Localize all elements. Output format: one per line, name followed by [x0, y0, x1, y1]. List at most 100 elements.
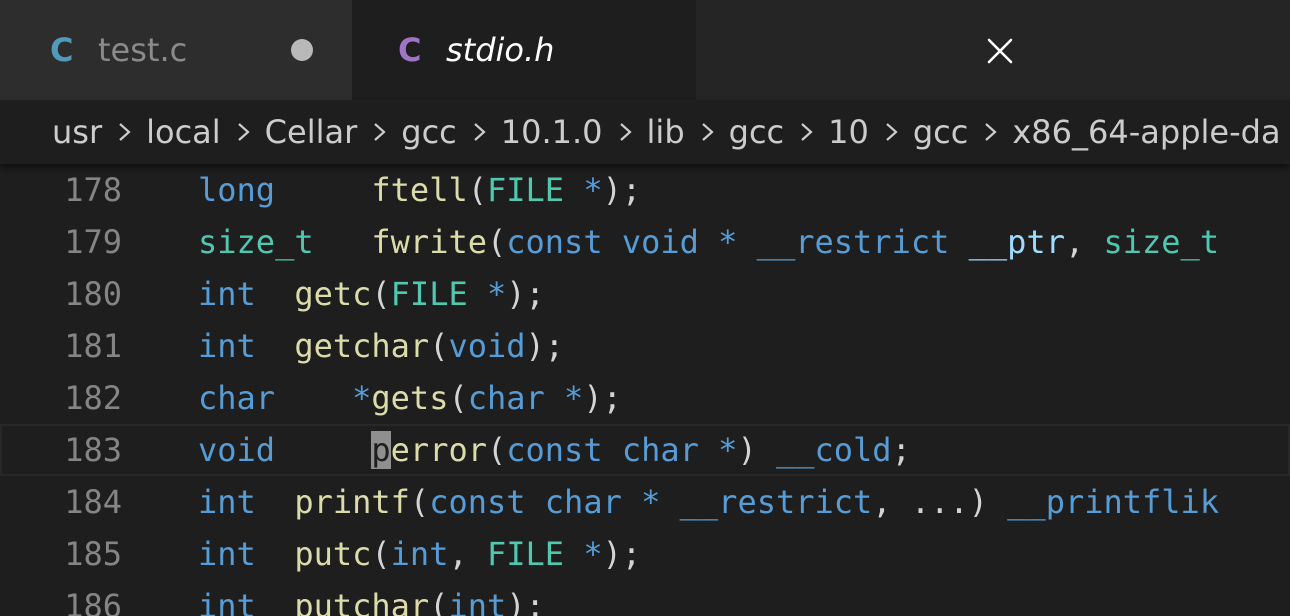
- code-token: ): [737, 431, 776, 469]
- text-cursor: p: [371, 431, 391, 469]
- line-number: 179: [64, 223, 122, 261]
- code-line[interactable]: 185 int putc(int, FILE *);: [0, 528, 1290, 580]
- code-token: char: [544, 483, 622, 521]
- line-number: 178: [64, 171, 122, 209]
- code-token: getchar: [294, 327, 430, 365]
- code-token: (: [486, 431, 507, 469]
- breadcrumb-item[interactable]: x86_64-apple-da: [1012, 113, 1280, 151]
- code-token: );: [602, 171, 642, 209]
- breadcrumb-item[interactable]: gcc: [913, 113, 969, 151]
- code-token: int: [198, 587, 256, 616]
- code-token: int: [448, 587, 507, 616]
- dot-icon[interactable]: [291, 39, 313, 61]
- code-token: putc: [294, 535, 372, 573]
- code-line[interactable]: 180 int getc(FILE *);: [0, 268, 1290, 320]
- chevron-right-icon: [474, 123, 486, 141]
- code-line[interactable]: 181 int getchar(void);: [0, 320, 1290, 372]
- tab-title: stdio.h: [446, 31, 555, 69]
- line-number: 182: [64, 379, 122, 417]
- code-text[interactable]: size_t fwrite(const void * __restrict __…: [198, 216, 1219, 268]
- code-token: ,: [1064, 223, 1104, 261]
- code-token: int: [198, 327, 256, 365]
- tab-stdio-h[interactable]: C stdio.h: [352, 0, 1013, 100]
- code-text[interactable]: void perror(const char *) __cold;: [198, 424, 911, 476]
- code-text[interactable]: int printf(const char * __restrict, ...)…: [198, 476, 1219, 528]
- breadcrumb-item[interactable]: 10.1.0: [501, 113, 603, 151]
- code-token: (: [371, 535, 391, 573]
- c-file-icon: C: [50, 31, 74, 69]
- code-token: FILE: [486, 535, 565, 573]
- code-token: *: [352, 379, 372, 417]
- code-token: *: [718, 431, 738, 469]
- breadcrumb-item[interactable]: lib: [647, 113, 685, 151]
- code-token: );: [602, 535, 642, 573]
- code-token: const: [506, 223, 603, 261]
- code-token: size_t: [1103, 223, 1220, 261]
- code-text[interactable]: int getc(FILE *);: [198, 268, 545, 320]
- line-number: 180: [64, 275, 122, 313]
- breadcrumb-item[interactable]: Cellar: [265, 113, 358, 151]
- code-token: size_t: [198, 223, 314, 261]
- chevron-right-icon: [886, 123, 898, 141]
- code-editor[interactable]: 178 long ftell(FILE *); 179 size_t fwrite(c…: [0, 164, 1290, 616]
- code-token: error: [390, 431, 487, 469]
- code-text[interactable]: char *gets(char *);: [198, 372, 622, 424]
- code-token: (: [486, 223, 507, 261]
- code-token: void: [198, 431, 276, 469]
- code-line[interactable]: 184 int printf(const char * __restrict, .…: [0, 476, 1290, 528]
- code-token: gets: [371, 379, 449, 417]
- code-token: printf: [294, 483, 410, 521]
- code-token: putchar: [294, 587, 430, 616]
- code-token: char: [467, 379, 545, 417]
- code-token: int: [390, 535, 449, 573]
- code-token: FILE: [486, 171, 565, 209]
- tab-test-c[interactable]: C test.c: [0, 0, 352, 100]
- code-token: const: [429, 483, 526, 521]
- line-number: 184: [64, 483, 122, 521]
- close-icon[interactable]: [986, 37, 1014, 65]
- breadcrumb-item[interactable]: 10: [828, 113, 869, 151]
- code-token: int: [198, 535, 256, 573]
- code-line[interactable]: 182 char *gets(char *);: [0, 372, 1290, 424]
- code-text[interactable]: int getchar(void);: [198, 320, 564, 372]
- code-token: int: [198, 275, 256, 313]
- code-line[interactable]: 179 size_t fwrite(const void * __restrict…: [0, 216, 1290, 268]
- code-token: void: [621, 223, 699, 261]
- code-text[interactable]: int putchar(int);: [198, 580, 545, 616]
- code-text[interactable]: long ftell(FILE *);: [198, 164, 641, 216]
- code-token: *: [583, 171, 603, 209]
- code-token: long: [198, 171, 276, 209]
- code-text[interactable]: int putc(int, FILE *);: [198, 528, 641, 580]
- code-token: , ...): [872, 483, 1008, 521]
- code-token: fwrite: [371, 223, 487, 261]
- code-token: (: [429, 327, 449, 365]
- tab-title: test.c: [98, 31, 188, 69]
- code-line[interactable]: 178 long ftell(FILE *);: [0, 164, 1290, 216]
- code-token: ,: [448, 535, 487, 573]
- chevron-right-icon: [985, 123, 997, 141]
- code-token: );: [506, 587, 545, 616]
- breadcrumb-item[interactable]: local: [146, 113, 221, 151]
- breadcrumb-item[interactable]: gcc: [401, 113, 457, 151]
- code-token: __ptr: [968, 223, 1065, 261]
- code-line[interactable]: 183 void perror(const char *) __cold;: [0, 424, 1290, 476]
- code-token: __restrict: [679, 483, 873, 521]
- code-line[interactable]: 186 int putchar(int);: [0, 580, 1290, 616]
- breadcrumb-item[interactable]: usr: [52, 113, 102, 151]
- code-token: int: [198, 483, 256, 521]
- c-header-icon: C: [398, 31, 422, 69]
- code-token: __restrict: [756, 223, 950, 261]
- breadcrumb-item[interactable]: gcc: [729, 113, 785, 151]
- line-number: 185: [64, 535, 122, 573]
